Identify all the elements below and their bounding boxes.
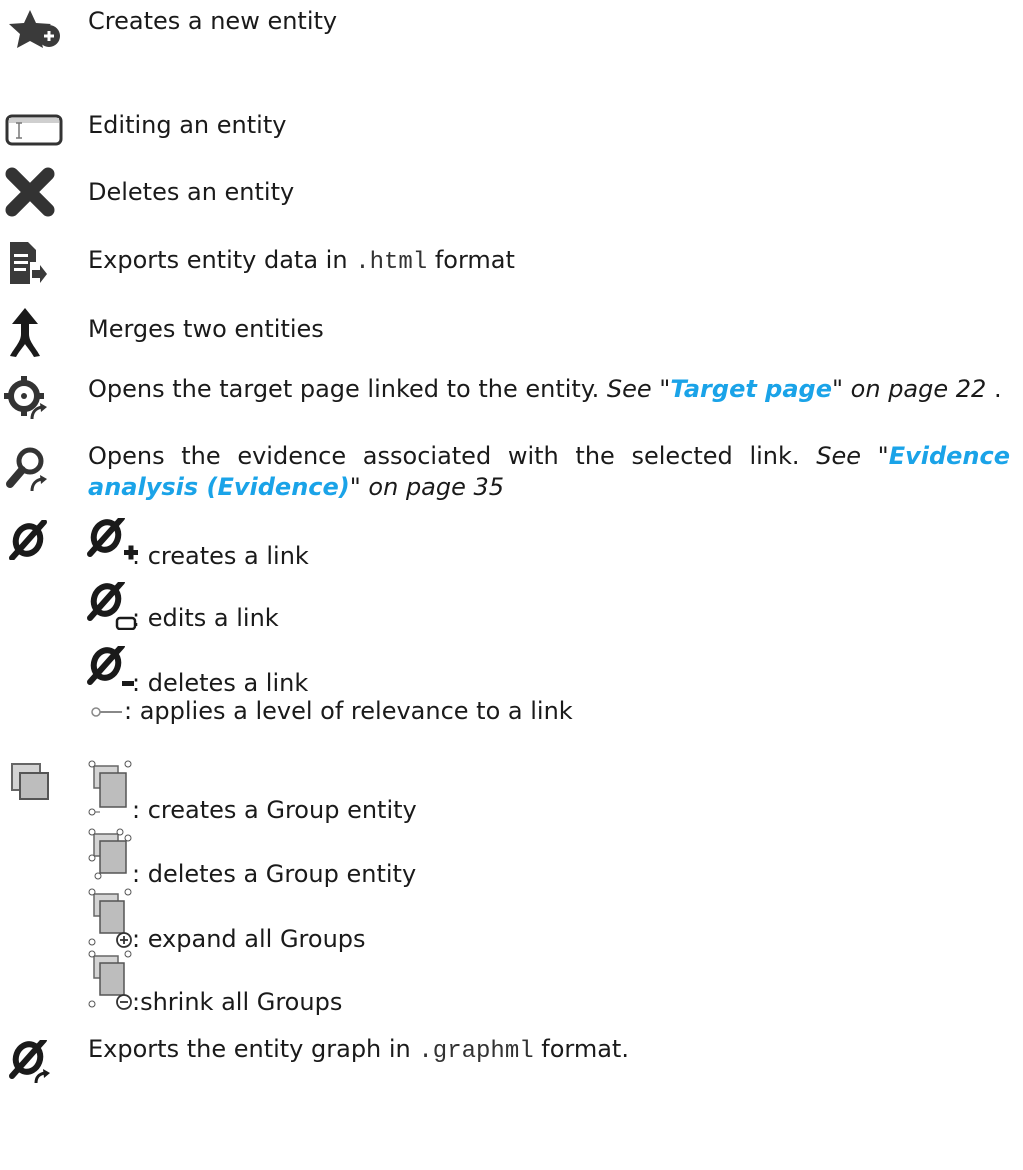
group-expand-icon — [88, 888, 132, 948]
delete-link-text: : deletes a link — [132, 669, 309, 697]
document-export-icon — [10, 242, 47, 284]
link-edit-icon — [87, 582, 137, 630]
delete-group-text: : deletes a Group entity — [132, 860, 417, 888]
relevance-link-text: : applies a level of relevance to a link — [124, 697, 573, 725]
html-format-code: .html — [355, 249, 428, 276]
delete-entity-text: Deletes an entity — [88, 178, 295, 206]
x-icon — [5, 167, 55, 217]
merge-entities-text: Merges two entities — [88, 315, 324, 343]
magnifier-icon — [6, 447, 47, 492]
group-shrink-icon — [88, 950, 132, 1010]
create-link-text: : creates a link — [132, 542, 309, 570]
export-html-text: Exports entity data in .html format — [88, 246, 515, 276]
edit-link-text: : edits a link — [132, 604, 279, 632]
open-target-text: Opens the target page linked to the enti… — [88, 375, 1002, 403]
link-icon — [9, 520, 47, 560]
group-delete-icon — [88, 828, 132, 880]
create-entity-text: Creates a new entity — [88, 7, 338, 35]
merge-arrow-icon — [10, 308, 40, 357]
link-export-icon — [9, 1040, 50, 1084]
text-field-icon — [5, 114, 63, 146]
link-delete-icon — [87, 646, 134, 686]
create-group-text: : creates a Group entity — [132, 796, 417, 824]
export-graph-text: Exports the entity graph in .graphml for… — [88, 1035, 629, 1065]
group-icon — [11, 763, 49, 800]
expand-groups-text: : expand all Groups — [132, 925, 366, 953]
relevance-slider-icon — [91, 707, 122, 717]
graphml-format-code: .graphml — [418, 1038, 534, 1065]
group-create-icon — [88, 760, 132, 816]
open-evidence-text: Opens the evidence associated with the s… — [88, 442, 1011, 501]
target-icon — [4, 376, 47, 420]
star-plus-icon — [9, 10, 60, 48]
target-page-link[interactable]: Target page — [670, 375, 832, 403]
shrink-groups-text: :shrink all Groups — [132, 988, 343, 1016]
edit-entity-text: Editing an entity — [88, 111, 287, 139]
